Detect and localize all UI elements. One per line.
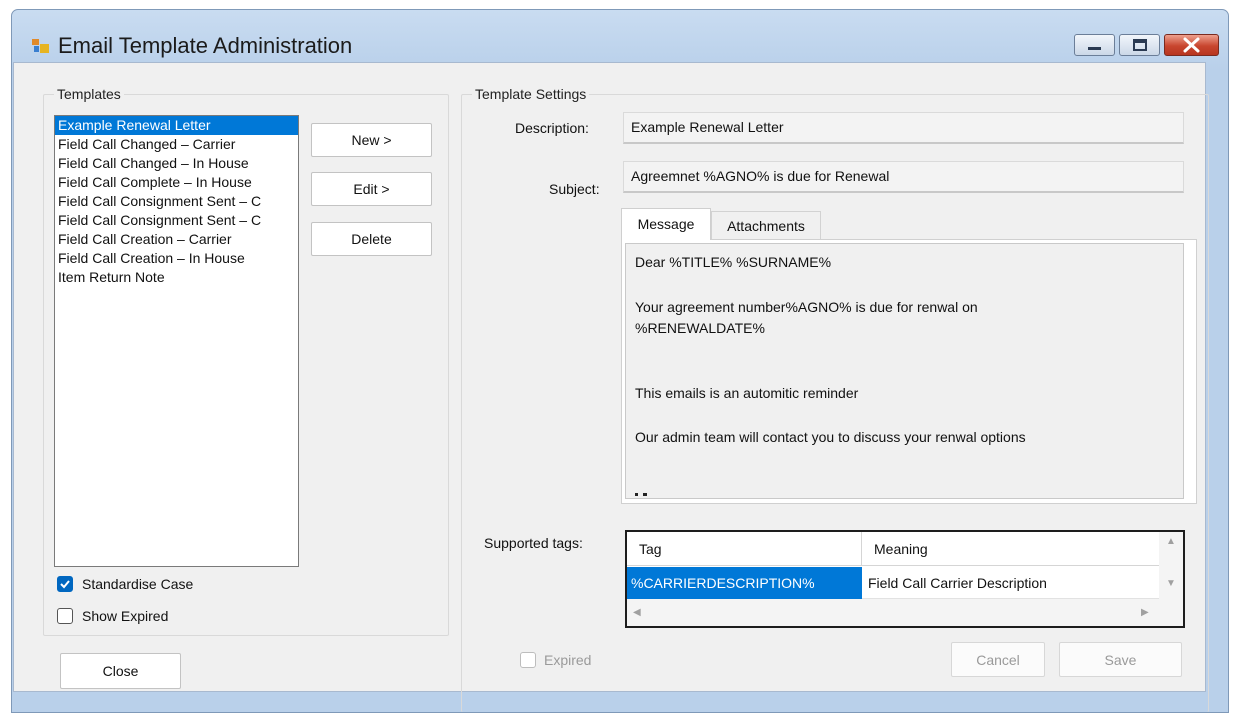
tag-cell[interactable]: %CARRIERDESCRIPTION% [627, 567, 862, 599]
cut-off-text-fragment [635, 493, 675, 496]
templates-list: Example Renewal Letter Field Call Changed… [55, 116, 298, 287]
edit-button[interactable]: Edit > [311, 172, 432, 206]
description-label: Description: [515, 120, 589, 136]
scroll-down-icon[interactable]: ▼ [1166, 578, 1176, 589]
scroll-up-icon[interactable]: ▲ [1166, 536, 1176, 547]
close-window-button[interactable] [1164, 34, 1219, 56]
meaning-cell[interactable]: Field Call Carrier Description [862, 567, 1159, 599]
app-icon [32, 39, 49, 53]
template-list-item[interactable]: Field Call Consignment Sent – C [55, 192, 298, 211]
save-button[interactable]: Save [1059, 642, 1182, 677]
standardise-case-label: Standardise Case [82, 576, 194, 592]
minimize-button[interactable] [1074, 34, 1115, 56]
column-header-tag[interactable]: Tag [627, 532, 862, 566]
scroll-right-icon[interactable]: ▶ [1141, 607, 1149, 618]
maximize-icon [1133, 39, 1147, 51]
expired-checkbox[interactable] [520, 652, 536, 668]
template-list-item[interactable]: Field Call Creation – In House [55, 249, 298, 268]
template-list-item[interactable]: Example Renewal Letter [55, 116, 298, 135]
window-title: Email Template Administration [58, 33, 353, 58]
tab-message[interactable]: Message [621, 208, 711, 240]
template-list-item[interactable]: Field Call Changed – In House [55, 154, 298, 173]
supported-tags-label: Supported tags: [484, 535, 583, 551]
message-line: Our admin team will contact you to discu… [635, 429, 1026, 445]
message-line: Dear %TITLE% %SURNAME% [635, 254, 832, 270]
close-button[interactable]: Close [60, 653, 181, 689]
cancel-button[interactable]: Cancel [951, 642, 1045, 677]
maximize-button[interactable] [1119, 34, 1160, 56]
template-list-item[interactable]: Field Call Changed – Carrier [55, 135, 298, 154]
template-list-item[interactable]: Field Call Complete – In House [55, 173, 298, 192]
templates-legend: Templates [54, 86, 124, 102]
show-expired-checkbox[interactable] [57, 608, 73, 624]
template-settings-legend: Template Settings [472, 86, 590, 102]
message-textbox[interactable]: Dear %TITLE% %SURNAME% Your agreement nu… [625, 243, 1184, 499]
subject-label: Subject: [549, 181, 600, 197]
message-line: %RENEWALDATE% [635, 320, 765, 336]
tab-attachments[interactable]: Attachments [711, 211, 821, 240]
horizontal-scrollbar[interactable]: ◀ ▶ [627, 599, 1183, 626]
scroll-left-icon[interactable]: ◀ [633, 607, 641, 618]
message-line: Your agreement number%AGNO% is due for r… [635, 299, 978, 315]
expired-label: Expired [544, 652, 592, 668]
description-field[interactable]: Example Renewal Letter [623, 112, 1184, 144]
template-list-item[interactable]: Field Call Creation – Carrier [55, 230, 298, 249]
templates-listbox[interactable]: Example Renewal Letter Field Call Changed… [54, 115, 299, 567]
supported-tags-grid[interactable]: Tag Meaning %CARRIERDESCRIPTION% Field C… [625, 530, 1185, 628]
checkmark-icon [60, 580, 70, 589]
subject-field[interactable]: Agreemnet %AGNO% is due for Renewal [623, 161, 1184, 193]
message-line: This emails is an automitic reminder [635, 385, 859, 401]
new-button[interactable]: New > [311, 123, 432, 157]
vertical-scrollbar[interactable]: ▲ ▼ [1159, 532, 1183, 599]
standardise-case-checkbox[interactable] [57, 576, 73, 592]
minimize-icon [1088, 47, 1101, 50]
template-list-item[interactable]: Item Return Note [55, 268, 298, 287]
close-icon [1183, 37, 1200, 53]
column-header-meaning[interactable]: Meaning [862, 532, 1159, 566]
template-list-item[interactable]: Field Call Consignment Sent – C [55, 211, 298, 230]
delete-button[interactable]: Delete [311, 222, 432, 256]
show-expired-label: Show Expired [82, 608, 169, 624]
